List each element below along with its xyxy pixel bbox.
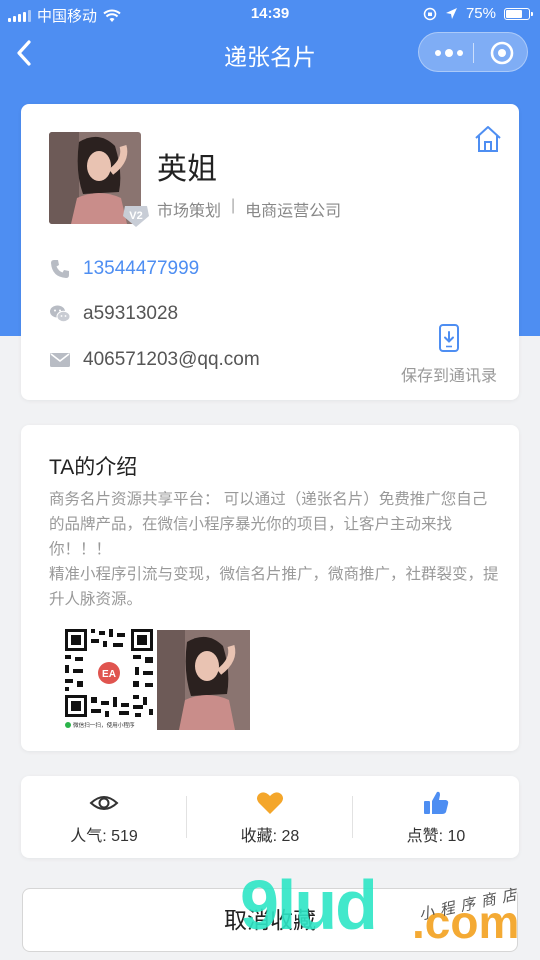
eye-icon	[89, 796, 119, 810]
close-miniprogram-icon[interactable]	[489, 40, 515, 66]
intro-card: TA的介绍 商务名片资源共享平台： 可以通过（递张名片）免费推广您自己的品牌产品…	[21, 425, 519, 751]
like-label: 点赞: 10	[406, 828, 466, 845]
business-card: V2 英姐 市场策划 | 电商运营公司 13544477999 a5931302…	[21, 104, 519, 400]
phone-icon	[51, 260, 69, 278]
like-stat[interactable]: 点赞: 10	[353, 790, 519, 846]
email-address[interactable]: 406571203@qq.com	[83, 349, 260, 371]
qr-caption: 微信扫一扫，使用小程序	[73, 721, 135, 729]
miniprogram-qr-code[interactable]: EA 微信扫一扫，使用小程序	[61, 625, 157, 731]
location-icon	[445, 8, 457, 19]
qr-logo-text: EA	[102, 669, 116, 680]
wechat-row[interactable]: a59313028	[49, 303, 178, 325]
contact-name: 英姐	[157, 153, 217, 186]
wechat-id[interactable]: a59313028	[83, 303, 178, 325]
rotation-lock-icon	[423, 7, 437, 20]
miniprogram-capsule	[418, 32, 528, 72]
home-icon[interactable]	[473, 124, 503, 154]
navigation-bar: 递张名片	[0, 28, 540, 78]
level-badge: V2	[123, 206, 149, 227]
popularity-label: 人气: 519	[70, 828, 138, 845]
job-separator: |	[231, 197, 236, 214]
job-info: 市场策划 | 电商运营公司	[157, 197, 341, 221]
save-contact-button[interactable]: 保存到通讯录	[391, 324, 507, 386]
favorite-stat[interactable]: 收藏: 28	[187, 790, 353, 846]
heart-icon	[257, 792, 283, 814]
job-title: 市场策划	[157, 203, 222, 220]
cancel-favorite-button[interactable]: 取消收藏	[22, 888, 518, 952]
favorite-label: 收藏: 28	[240, 828, 300, 845]
email-row[interactable]: 406571203@qq.com	[49, 349, 260, 371]
popularity-stat: 人气: 519	[21, 790, 187, 846]
company-name: 电商运营公司	[245, 203, 342, 220]
mail-icon	[50, 353, 70, 367]
intro-paragraph: 精准小程序引流与变现，微信名片推广，微商推广，社群裂变，提升人脉资源。	[49, 566, 499, 608]
intro-text: 商务名片资源共享平台： 可以通过（递张名片）免费推广您自己的品牌产品，在微信小程…	[49, 487, 499, 612]
thumbs-up-icon	[424, 791, 449, 814]
phone-number[interactable]: 13544477999	[83, 258, 199, 280]
capsule-divider	[473, 43, 474, 63]
wechat-icon	[50, 305, 71, 323]
intro-title: TA的介绍	[49, 456, 138, 479]
status-bar: 中国移动 14:39 75%	[0, 0, 540, 28]
save-to-contacts-icon	[439, 324, 459, 352]
battery-icon	[504, 7, 533, 20]
intro-paragraph: 商务名片资源共享平台： 可以通过（递张名片）免费推广您自己的品牌产品，在微信小程…	[49, 491, 488, 558]
battery-percent: 75%	[465, 5, 496, 22]
phone-row[interactable]: 13544477999	[49, 258, 199, 280]
save-contact-label: 保存到通讯录	[400, 368, 497, 385]
stats-card: 人气: 519 收藏: 28 点赞: 10	[21, 776, 519, 858]
badge-text: V2	[129, 210, 142, 222]
more-icon[interactable]	[429, 41, 469, 65]
intro-photo[interactable]	[157, 630, 250, 730]
